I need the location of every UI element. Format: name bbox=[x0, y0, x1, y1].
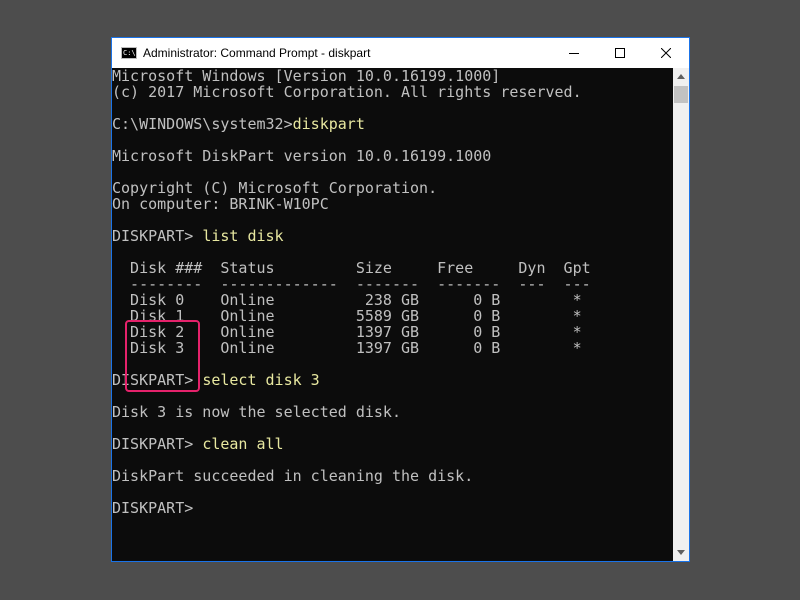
console-line: DiskPart succeeded in cleaning the disk. bbox=[112, 468, 673, 484]
console-command: list disk bbox=[202, 227, 284, 245]
scroll-up-button[interactable] bbox=[673, 68, 689, 85]
scrollbar-thumb[interactable] bbox=[674, 86, 688, 103]
console-line-text: Microsoft DiskPart version 10.0.16199.10… bbox=[112, 147, 492, 165]
console-line: DISKPART> list disk bbox=[112, 228, 673, 244]
console-line-text: Disk 3 is now the selected disk. bbox=[112, 403, 401, 421]
console-line-text: DiskPart succeeded in cleaning the disk. bbox=[112, 467, 474, 485]
console-output[interactable]: Microsoft Windows [Version 10.0.16199.10… bbox=[112, 68, 673, 561]
title-bar[interactable]: C:\ Administrator: Command Prompt - disk… bbox=[112, 38, 689, 68]
console-command: select disk 3 bbox=[202, 371, 320, 389]
console-line: Disk 3 is now the selected disk. bbox=[112, 404, 673, 420]
command-prompt-window: C:\ Administrator: Command Prompt - disk… bbox=[112, 38, 689, 561]
command-prompt-icon: C:\ bbox=[121, 47, 137, 59]
minimize-button[interactable] bbox=[551, 38, 597, 68]
window-controls bbox=[551, 38, 689, 68]
close-button[interactable] bbox=[643, 38, 689, 68]
console-line: Disk ### Status Size Free Dyn Gpt bbox=[112, 260, 673, 276]
console-line: Microsoft Windows [Version 10.0.16199.10… bbox=[112, 68, 673, 84]
scroll-down-arrow-icon bbox=[677, 550, 685, 555]
console-line-text: DISKPART> bbox=[112, 499, 194, 517]
maximize-button[interactable] bbox=[597, 38, 643, 68]
scroll-down-button[interactable] bbox=[673, 544, 689, 561]
console-line: Copyright (C) Microsoft Corporation. bbox=[112, 180, 673, 196]
vertical-scrollbar[interactable] bbox=[673, 68, 689, 561]
console-line: C:\WINDOWS\system32>diskpart bbox=[112, 116, 673, 132]
disk-list-highlight bbox=[125, 320, 200, 392]
console-line: Microsoft DiskPart version 10.0.16199.10… bbox=[112, 148, 673, 164]
console-line-text: DISKPART> bbox=[112, 227, 203, 245]
scroll-up-arrow-icon bbox=[677, 74, 685, 79]
console-line-text: On computer: BRINK-W10PC bbox=[112, 195, 329, 213]
console-line-text: C:\WINDOWS\system32> bbox=[112, 115, 293, 133]
console-line: On computer: BRINK-W10PC bbox=[112, 196, 673, 212]
console-line: Disk 0 Online 238 GB 0 B * bbox=[112, 292, 673, 308]
window-title: Administrator: Command Prompt - diskpart bbox=[143, 46, 371, 60]
maximize-icon bbox=[615, 48, 625, 58]
console-line: DISKPART> clean all bbox=[112, 436, 673, 452]
console-command: clean all bbox=[202, 435, 284, 453]
console-line-text: (c) 2017 Microsoft Corporation. All righ… bbox=[112, 83, 582, 101]
console-command: diskpart bbox=[292, 115, 365, 133]
close-icon bbox=[661, 48, 671, 58]
console-line-text: DISKPART> bbox=[112, 435, 203, 453]
minimize-icon bbox=[569, 53, 579, 54]
console-line: DISKPART> bbox=[112, 500, 673, 516]
console-line: (c) 2017 Microsoft Corporation. All righ… bbox=[112, 84, 673, 100]
console-line: -------- ------------- ------- ------- -… bbox=[112, 276, 673, 292]
